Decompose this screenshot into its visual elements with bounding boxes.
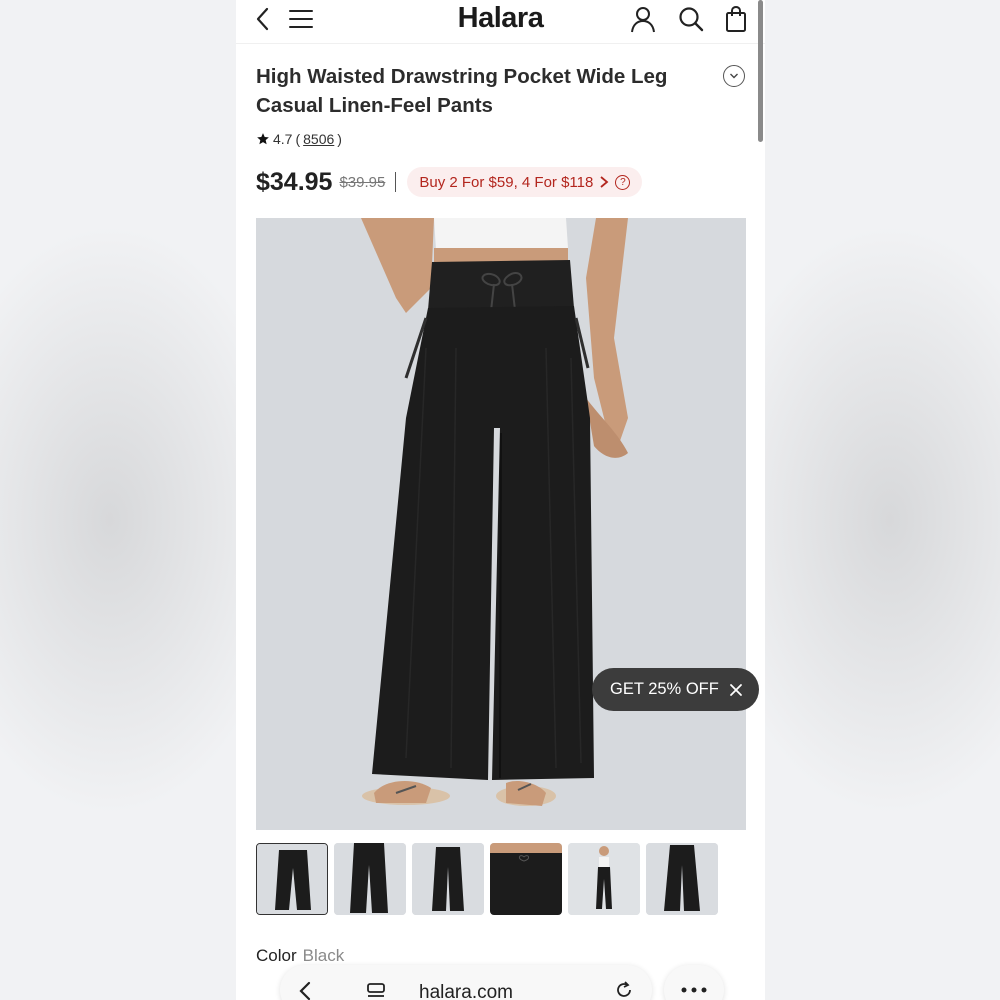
reload-icon[interactable]: [614, 980, 634, 1000]
scrollbar[interactable]: [758, 0, 763, 142]
thumbnail-2[interactable]: [334, 843, 406, 915]
price-divider: [395, 172, 397, 192]
price-row: $34.95 $39.95 Buy 2 For $59, 4 For $118 …: [256, 166, 643, 198]
thumbnail-6[interactable]: [646, 843, 718, 915]
url-text[interactable]: halara.com: [280, 982, 652, 1000]
bundle-promo-text: Buy 2 For $59, 4 For $118: [419, 173, 594, 191]
top-nav: Halara: [236, 0, 765, 44]
browser-address-bar[interactable]: halara.com: [280, 965, 652, 1000]
close-icon[interactable]: [729, 683, 743, 697]
thumbnail-5[interactable]: [568, 843, 640, 915]
bag-icon[interactable]: [721, 4, 751, 34]
discount-offer-pill[interactable]: GET 25% OFF: [592, 668, 759, 711]
expand-details-button[interactable]: [723, 65, 745, 87]
discount-offer-label: GET 25% OFF: [610, 680, 719, 698]
product-main-image[interactable]: [256, 218, 746, 830]
thumbnail-1[interactable]: [256, 843, 328, 915]
color-value: Black: [302, 946, 345, 965]
account-icon[interactable]: [628, 4, 658, 34]
product-page: Halara High Waisted Drawstring Pocket Wi…: [236, 0, 765, 1000]
rating-row: 4.7 ( 8506 ): [256, 131, 342, 147]
product-title: High Waisted Drawstring Pocket Wide Leg …: [256, 65, 668, 117]
thumbnail-strip: [256, 843, 718, 915]
thumbnail-4[interactable]: [490, 843, 562, 915]
chevron-down-icon: [730, 73, 738, 79]
more-options-button[interactable]: [664, 965, 724, 1000]
review-close: ): [337, 131, 342, 147]
star-icon: [257, 133, 269, 145]
search-icon[interactable]: [676, 4, 706, 34]
current-price: $34.95: [256, 167, 333, 196]
help-icon[interactable]: ?: [615, 174, 631, 190]
color-label: Color: [256, 946, 297, 965]
original-price: $39.95: [339, 173, 386, 191]
thumbnail-3[interactable]: [412, 843, 484, 915]
more-icon: [681, 987, 707, 993]
review-open: (: [295, 131, 301, 147]
chevron-right-icon: [600, 176, 609, 188]
rating-value: 4.7: [273, 131, 293, 147]
review-count-link[interactable]: 8506: [303, 131, 334, 147]
color-selector-row: Color Black: [256, 946, 344, 966]
bundle-promo-button[interactable]: Buy 2 For $59, 4 For $118 ?: [407, 167, 643, 197]
